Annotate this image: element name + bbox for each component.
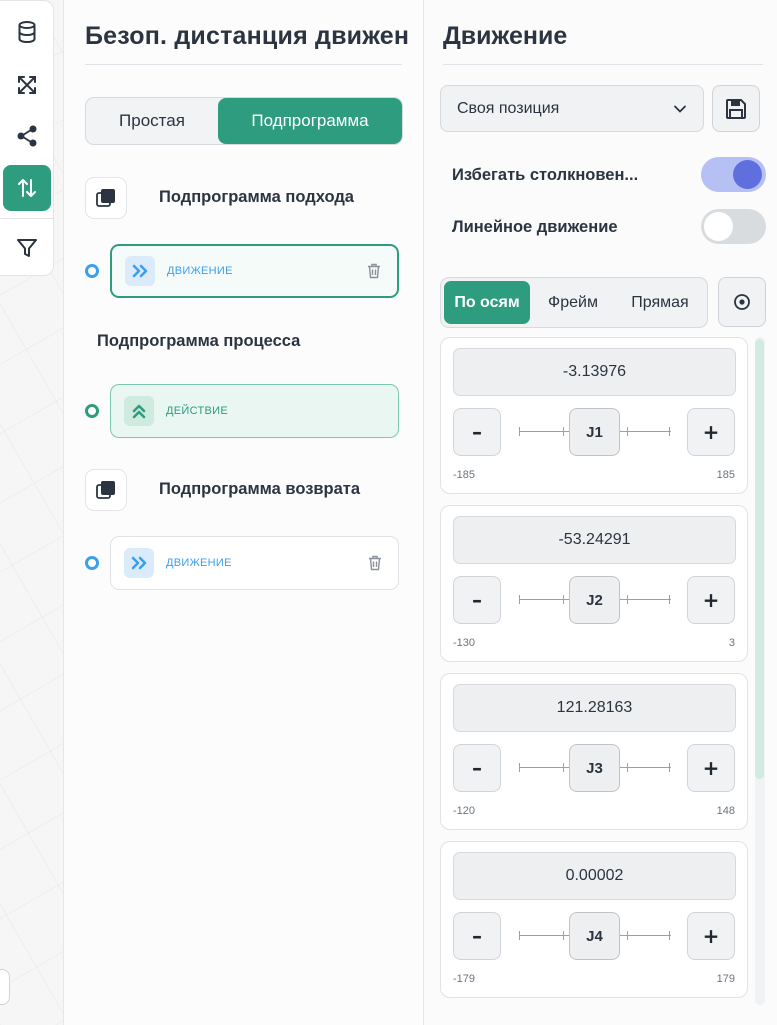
slider-tick: [627, 763, 628, 772]
sort-arrows-icon[interactable]: [3, 165, 51, 211]
slider-tick: [519, 595, 520, 604]
process-subprogram-title: Подпрограмма процесса: [97, 332, 301, 350]
copy-icon[interactable]: [85, 469, 127, 511]
motion-mode-tabs: По осям Фрейм Прямая: [440, 277, 708, 328]
floppy-disk-icon: [726, 98, 746, 119]
panel-title: Безоп. дистанция движен: [85, 22, 410, 50]
process-action-step[interactable]: действие: [110, 384, 399, 438]
avoid-collision-toggle[interactable]: [701, 157, 766, 192]
joint-min-label: -179: [453, 973, 476, 985]
slider-tick: [669, 595, 670, 604]
decrement-button[interactable]: –: [453, 408, 501, 456]
database-icon[interactable]: [3, 9, 51, 55]
safe-distance-panel: Безоп. дистанция движен Простая Подпрогр…: [63, 0, 424, 1025]
toggle-knob: [733, 160, 762, 189]
double-chevron-up-icon: [124, 396, 154, 426]
joint-slider-handle[interactable]: J1: [569, 408, 620, 456]
joint-card-j4: 0.00002 – J4 + -179 179: [440, 841, 748, 998]
share-nodes-icon[interactable]: [3, 113, 51, 159]
joint-value-input[interactable]: 121.28163: [453, 684, 736, 732]
joint-card-j2: -53.24291 – J2 + -130 3: [440, 505, 748, 662]
joint-card-j3: 121.28163 – J3 + -120 148: [440, 673, 748, 830]
divider: [443, 64, 763, 65]
joint-slider-handle[interactable]: J2: [569, 576, 620, 624]
slider-tick: [627, 931, 628, 940]
mode-subprogram-button[interactable]: Подпрограмма: [218, 98, 402, 144]
joint-max-label: 179: [716, 973, 735, 985]
slider-tick: [563, 763, 564, 772]
joint-max-label: 148: [716, 805, 735, 817]
joint-min-label: -185: [453, 469, 476, 481]
filter-icon[interactable]: [3, 225, 51, 271]
increment-button[interactable]: +: [687, 744, 735, 792]
slider-tick: [669, 763, 670, 772]
slider-tick: [519, 427, 520, 436]
increment-button[interactable]: +: [687, 408, 735, 456]
tab-frame[interactable]: Фрейм: [530, 281, 616, 324]
approach-motion-step[interactable]: движение: [110, 244, 399, 298]
joint-value-input[interactable]: -3.13976: [453, 348, 736, 396]
slider-tick: [563, 427, 564, 436]
toolbar-divider: [0, 218, 54, 219]
decrement-button[interactable]: –: [453, 576, 501, 624]
step-connector-dot: [85, 264, 99, 278]
double-chevron-right-icon: [125, 256, 155, 286]
divider: [85, 64, 402, 65]
mode-simple-button[interactable]: Простая: [86, 98, 218, 144]
slider-tick: [669, 427, 670, 436]
joint-min-label: -120: [453, 805, 476, 817]
step-label: действие: [166, 405, 228, 417]
avoid-collision-label: Избегать столкновен...: [452, 166, 639, 184]
approach-subprogram-title: Подпрограмма подхода: [159, 188, 354, 206]
slider-tick: [627, 595, 628, 604]
slider-tick: [563, 931, 564, 940]
mode-switch: Простая Подпрограмма: [85, 97, 403, 145]
copy-icon[interactable]: [85, 177, 127, 219]
toggle-knob: [704, 212, 733, 241]
position-select[interactable]: Своя позиция: [440, 85, 704, 132]
target-button[interactable]: [718, 277, 766, 327]
increment-button[interactable]: +: [687, 912, 735, 960]
linear-motion-toggle[interactable]: [701, 209, 766, 244]
slider-tick: [519, 931, 520, 940]
collapsed-panel-handle[interactable]: [0, 969, 10, 1005]
joint-slider-handle[interactable]: J3: [569, 744, 620, 792]
left-toolbar: [0, 0, 54, 276]
increment-button[interactable]: +: [687, 576, 735, 624]
scrollbar-thumb[interactable]: [755, 339, 764, 779]
slider-tick: [627, 427, 628, 436]
tab-axes[interactable]: По осям: [444, 281, 530, 324]
step-connector-dot: [85, 404, 99, 418]
joint-value-input[interactable]: 0.00002: [453, 852, 736, 900]
motion-panel: Движение Своя позиция Избегать столкнове…: [424, 0, 777, 1025]
double-chevron-right-icon: [124, 548, 154, 578]
target-icon: [734, 294, 750, 310]
return-motion-step[interactable]: движение: [110, 536, 399, 590]
return-subprogram-title: Подпрограмма возврата: [159, 480, 361, 498]
joint-value-input[interactable]: -53.24291: [453, 516, 736, 564]
linear-motion-label: Линейное движение: [452, 218, 618, 236]
trash-icon[interactable]: [368, 555, 382, 571]
chevron-down-icon: [674, 105, 686, 113]
step-connector-dot: [85, 556, 99, 570]
position-select-value: Своя позиция: [457, 99, 560, 117]
joint-card-j1: -3.13976 – J1 + -185 185: [440, 337, 748, 494]
decrement-button[interactable]: –: [453, 912, 501, 960]
step-label: движение: [166, 557, 232, 569]
step-label: движение: [167, 265, 233, 277]
slider-tick: [563, 595, 564, 604]
slider-tick: [669, 931, 670, 940]
save-button[interactable]: [712, 85, 760, 132]
slider-tick: [519, 763, 520, 772]
joint-max-label: 185: [716, 469, 735, 481]
decrement-button[interactable]: –: [453, 744, 501, 792]
joint-min-label: -130: [453, 637, 476, 649]
trash-icon[interactable]: [367, 263, 381, 279]
expand-arrows-icon[interactable]: [3, 62, 51, 108]
panel-title: Движение: [443, 22, 568, 50]
joint-slider-handle[interactable]: J4: [569, 912, 620, 960]
tab-straight[interactable]: Прямая: [616, 281, 704, 324]
joint-max-label: 3: [728, 637, 735, 649]
